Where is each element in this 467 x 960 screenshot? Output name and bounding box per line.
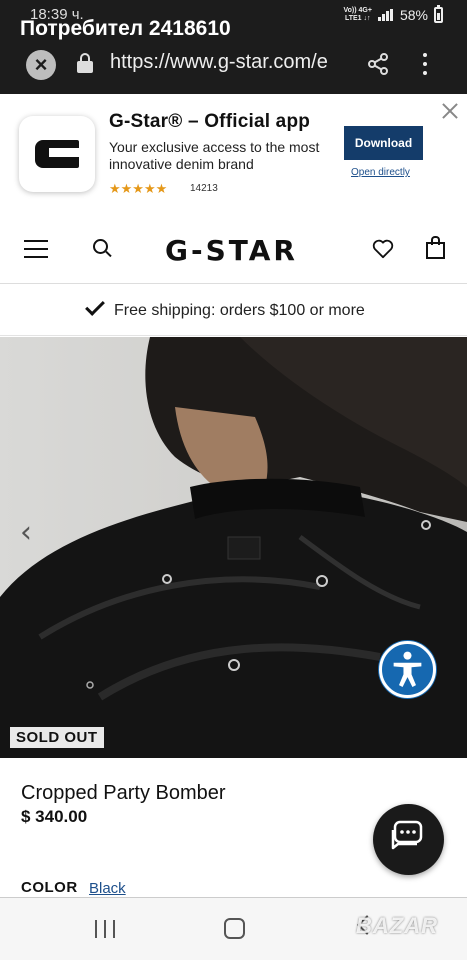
download-button[interactable]: Download bbox=[344, 126, 423, 160]
share-icon[interactable] bbox=[366, 52, 390, 76]
lock-icon[interactable] bbox=[77, 53, 93, 73]
search-icon[interactable] bbox=[93, 239, 113, 259]
g-star-logo[interactable]: G-STAR bbox=[165, 234, 298, 267]
g-star-app-icon bbox=[19, 116, 95, 192]
previous-image-icon[interactable]: ‹ bbox=[20, 515, 32, 550]
tab-user-label: Потребител 2418610 bbox=[20, 17, 231, 40]
battery-percent: 58% bbox=[399, 7, 428, 23]
shipping-notice: Free shipping: orders $100 or more bbox=[0, 285, 467, 336]
browser-chrome: 18:39 ч. Потребител 2418610 Vo)) 4G+ LTE… bbox=[0, 0, 467, 94]
accessibility-icon[interactable] bbox=[379, 641, 436, 698]
product-price: $ 340.00 bbox=[21, 807, 88, 826]
address-bar: × https://www.g-star.com/e bbox=[0, 44, 467, 84]
color-value-link[interactable]: Black bbox=[89, 880, 126, 897]
chat-icon[interactable] bbox=[373, 804, 444, 875]
sold-out-badge: SOLD OUT bbox=[10, 727, 104, 748]
star-rating-icon: ★★★★★ bbox=[109, 181, 168, 196]
site-header: G-STAR bbox=[0, 214, 467, 284]
watermark-logo: BAZAR bbox=[356, 913, 438, 938]
more-vert-icon[interactable] bbox=[415, 50, 435, 78]
url-field[interactable]: https://www.g-star.com/e bbox=[110, 51, 350, 74]
app-install-banner: G-Star® – Official app Your exclusive ac… bbox=[0, 94, 467, 214]
heart-icon[interactable] bbox=[372, 239, 394, 259]
check-icon bbox=[85, 296, 105, 316]
hamburger-menu-icon[interactable] bbox=[24, 240, 48, 258]
color-label: COLOR bbox=[21, 879, 78, 896]
network-top-label: Vo)) 4G+ bbox=[343, 7, 372, 14]
network-bottom-label: LTE1 ↓↑ bbox=[344, 15, 371, 22]
product-title: Cropped Party Bomber bbox=[21, 782, 226, 804]
open-directly-link[interactable]: Open directly bbox=[351, 167, 410, 178]
signal-icon bbox=[377, 9, 394, 21]
battery-icon bbox=[434, 5, 443, 23]
app-title: G-Star® – Official app bbox=[109, 111, 311, 132]
shopping-bag-icon[interactable] bbox=[426, 236, 446, 260]
banner-close-icon[interactable] bbox=[440, 101, 460, 121]
app-description: Your exclusive access to the most innova… bbox=[109, 139, 320, 172]
shipping-text: Free shipping: orders $100 or more bbox=[114, 302, 365, 319]
status-indicators: Vo)) 4G+ LTE1 ↓↑ 58% bbox=[344, 5, 443, 23]
rating-count: 14213 bbox=[190, 183, 218, 194]
close-icon[interactable]: × bbox=[26, 50, 56, 80]
home-icon[interactable] bbox=[224, 918, 245, 939]
network-indicator: Vo)) 4G+ LTE1 ↓↑ bbox=[344, 7, 372, 23]
recent-apps-icon[interactable] bbox=[95, 920, 115, 938]
